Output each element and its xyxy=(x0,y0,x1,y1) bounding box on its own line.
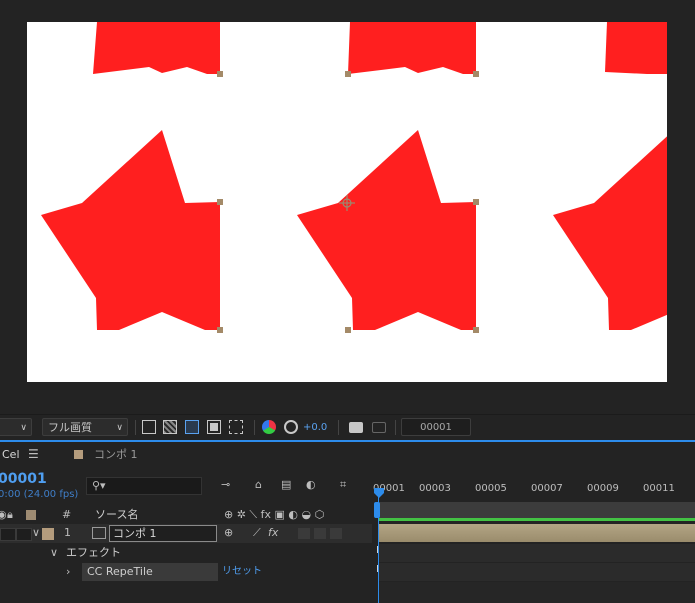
effect-row[interactable]: › CC RepeTile リセット xyxy=(0,563,372,582)
draft-3d-icon[interactable]: ⌂ xyxy=(255,478,262,492)
switch-box[interactable] xyxy=(298,528,310,539)
effects-group-label: エフェクト xyxy=(66,546,121,559)
grid-guides-icon[interactable] xyxy=(229,420,243,434)
transparency-grid-icon[interactable] xyxy=(163,420,177,434)
search-icon: ⚲▾ xyxy=(92,479,106,492)
snapshot-camera-icon[interactable] xyxy=(349,422,363,433)
ruler-tick-label: 00003 xyxy=(419,483,451,494)
time-ruler[interactable]: 00001 00003 00005 00007 00009 00011 xyxy=(371,476,695,502)
work-area-range xyxy=(378,518,695,521)
layer-search-input[interactable]: ⚲▾ xyxy=(86,477,202,495)
handle xyxy=(217,327,223,333)
work-area-bar[interactable] xyxy=(378,502,695,518)
comp-layer-icon xyxy=(92,527,106,539)
effects-track xyxy=(378,544,695,562)
effect-reset-link[interactable]: リセット xyxy=(222,565,262,579)
handle xyxy=(473,327,479,333)
layer-duration-bar[interactable] xyxy=(378,524,695,542)
label-column-icon xyxy=(26,510,36,520)
keyframe-marker-icon: I xyxy=(376,564,379,575)
layer-number-header: # xyxy=(62,508,72,521)
empty-track xyxy=(378,582,695,603)
show-snapshot-icon[interactable] xyxy=(372,422,386,433)
handle xyxy=(217,199,223,205)
layer-number: 1 xyxy=(64,526,71,539)
graph-editor-icon[interactable]: ⌗ xyxy=(340,478,346,492)
layer-column-header: ◉ 🔒︎ # ソース名 ⊕ ✲ ⟍ fx ▣ ◐ ◒ ⬡ xyxy=(0,506,370,525)
current-frame-field[interactable]: 00001 xyxy=(401,418,471,436)
video-switch-icon[interactable]: ◉ xyxy=(0,508,7,522)
shy-switch-icon[interactable]: ⊕ xyxy=(224,526,233,540)
chevron-down-icon: ∨ xyxy=(116,423,123,433)
star-top-3 xyxy=(605,22,667,74)
star-tile-3 xyxy=(553,130,667,330)
effects-group-row[interactable]: ∨ エフェクト xyxy=(0,544,372,563)
composition-canvas[interactable] xyxy=(27,22,667,382)
layer-name-field[interactable]: コンポ 1 xyxy=(109,525,217,542)
handle xyxy=(345,327,351,333)
handle xyxy=(473,199,479,205)
hide-shy-layers-icon[interactable]: ▤ xyxy=(281,478,291,492)
timeline-tab-bar: Cel ☰ コンポ 1 xyxy=(0,442,695,468)
star-tile-1 xyxy=(41,130,220,330)
mask-visibility-icon[interactable] xyxy=(185,420,199,434)
layer-label-color[interactable] xyxy=(42,528,54,540)
resolution-select-label: フル画質 xyxy=(48,421,92,434)
color-channels-icon[interactable] xyxy=(262,420,276,434)
current-timecode[interactable]: 00001 xyxy=(0,472,47,486)
source-name-header[interactable]: ソース名 xyxy=(95,508,138,522)
switch-box[interactable] xyxy=(330,528,342,539)
ruler-tick-label: 00009 xyxy=(587,483,619,494)
ruler-tick-label: 00011 xyxy=(643,483,675,494)
handle xyxy=(473,71,479,77)
effect-name-field[interactable]: CC RepeTile xyxy=(82,563,218,581)
timecode-fps: 0:00 (24.00 fps) xyxy=(0,489,79,500)
handle xyxy=(217,71,223,77)
lock-toggle[interactable] xyxy=(16,528,32,541)
switches-header-icons: ⊕ ✲ ⟍ fx ▣ ◐ ◒ ⬡ xyxy=(224,508,325,521)
switch-box[interactable] xyxy=(314,528,326,539)
star-top-1 xyxy=(93,22,220,74)
effect-track xyxy=(378,563,695,581)
star-tile-2 xyxy=(297,130,476,330)
repetile-star-render xyxy=(41,22,667,333)
timeline-panel: 00001 0:00 (24.00 fps) ⚲▾ ⊸ ⌂ ▤ ◐ ⌗ 0000… xyxy=(0,468,695,603)
layer-name: コンポ 1 xyxy=(113,527,157,540)
work-area-start-handle[interactable] xyxy=(374,502,380,518)
expand-chevron-right-icon[interactable]: › xyxy=(66,565,70,579)
expand-chevron-icon[interactable]: ∨ xyxy=(50,546,58,560)
exposure-value[interactable]: +0.0 xyxy=(303,421,327,435)
frame-blending-icon[interactable]: ◐ xyxy=(306,478,316,492)
layer-row[interactable]: ∨ 1 コンポ 1 ⊕ ⟋ fx xyxy=(0,524,372,543)
color-management-icon[interactable] xyxy=(284,420,298,434)
panel-menu-icon[interactable]: ☰ xyxy=(28,447,39,461)
ruler-tick-label: 00005 xyxy=(475,483,507,494)
fast-previews-icon[interactable] xyxy=(142,420,156,434)
tab-cel[interactable]: Cel xyxy=(2,448,20,462)
effect-name: CC RepeTile xyxy=(87,565,153,578)
handle xyxy=(345,71,351,77)
ruler-tick-label: 00007 xyxy=(531,483,563,494)
viewer-toolbar: ∨ フル画質 ∨ +0.0 00001 xyxy=(0,414,695,441)
composition-viewer[interactable] xyxy=(0,0,695,414)
star-top-2 xyxy=(348,22,476,74)
magnification-select[interactable]: ∨ xyxy=(0,418,32,436)
expand-chevron-icon[interactable]: ∨ xyxy=(32,526,40,540)
fx-switch-icon[interactable]: fx xyxy=(268,526,278,540)
quality-switch-icon[interactable]: ⟋ xyxy=(253,526,261,540)
tab-comp-1[interactable]: コンポ 1 xyxy=(94,448,138,462)
composition-mini-flowchart-icon[interactable]: ⊸ xyxy=(221,478,230,492)
resolution-select[interactable]: フル画質 ∨ xyxy=(42,418,128,436)
keyframe-marker-icon: I xyxy=(376,545,379,556)
lock-icon[interactable]: 🔒︎ xyxy=(7,508,13,522)
video-toggle[interactable] xyxy=(0,528,16,541)
comp-color-label xyxy=(74,450,83,459)
region-of-interest-icon[interactable] xyxy=(207,420,221,434)
